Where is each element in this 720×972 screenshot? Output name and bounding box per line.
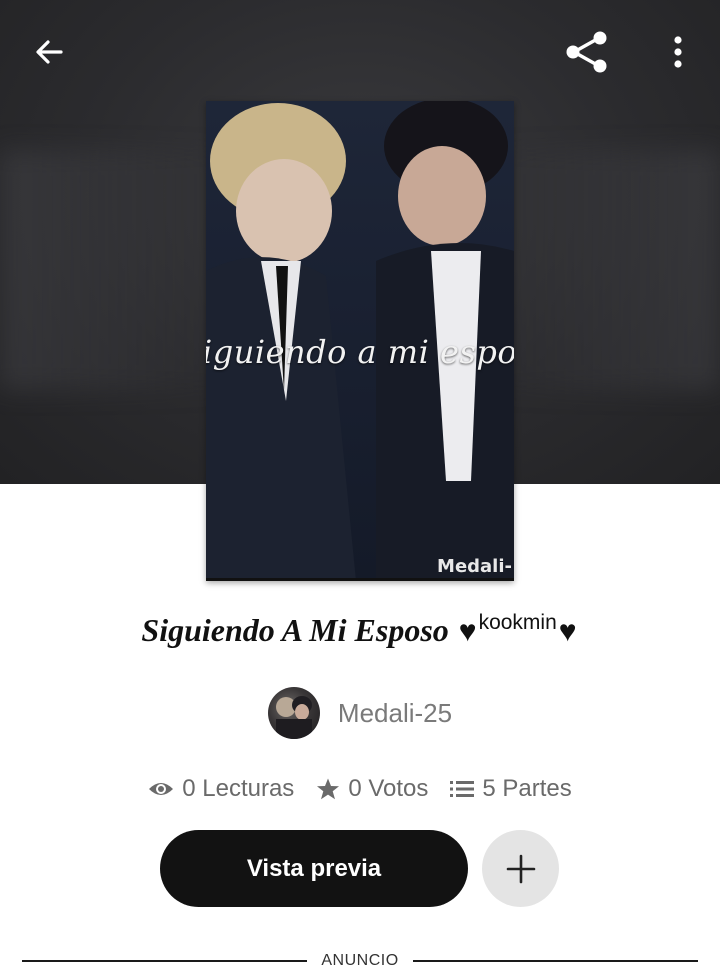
cover-divider [206,578,514,581]
author-link[interactable]: Medali-25 [0,686,720,740]
preview-button-label: Vista previa [246,854,382,882]
votes-stat: 0 Votos [316,775,428,803]
share-icon [566,31,607,73]
author-avatar[interactable] [267,687,320,739]
story-stats: 0 Lecturas 0 Votos 5 Partes [0,770,720,808]
arrow-left-icon [36,40,63,64]
star-icon [317,778,340,800]
reads-stat: 0 Lecturas [148,775,294,803]
eye-icon [149,783,174,795]
heart-icon: ♥ [558,615,577,648]
avatar-image [275,696,312,739]
ad-divider-line-right [412,960,698,962]
votes-count: 0 Votos [348,775,429,802]
more-options-button[interactable] [660,26,696,78]
story-title: Siguiendo A Mi Esposo ♥ kookmin ♥ [0,611,720,662]
list-icon [450,781,475,797]
parts-stat: 5 Partes [450,775,572,803]
cover-overlay-text: iguiendo a mi esposo [206,333,514,371]
story-cover-image[interactable]: iguiendo a mi esposo Medali- [206,101,514,581]
ad-divider-line-left [22,960,308,962]
parts-count: 5 Partes [482,775,572,802]
story-title-tag: kookmin [478,611,557,634]
author-name[interactable]: Medali-25 [338,698,452,729]
ad-divider: ANUNCIO [22,950,698,972]
cover-credit: Medali- [437,556,512,577]
share-button[interactable] [560,26,614,78]
story-title-text: Siguiendo A Mi Esposo [141,612,449,648]
add-to-library-button[interactable] [482,830,559,907]
ad-label: ANUNCIO [321,952,399,969]
plus-icon [506,854,535,883]
preview-button[interactable]: Vista previa [160,830,468,907]
reads-count: 0 Lecturas [182,775,295,802]
more-vertical-icon [674,36,682,68]
back-button[interactable] [22,28,76,76]
heart-icon: ♥ [458,615,477,648]
